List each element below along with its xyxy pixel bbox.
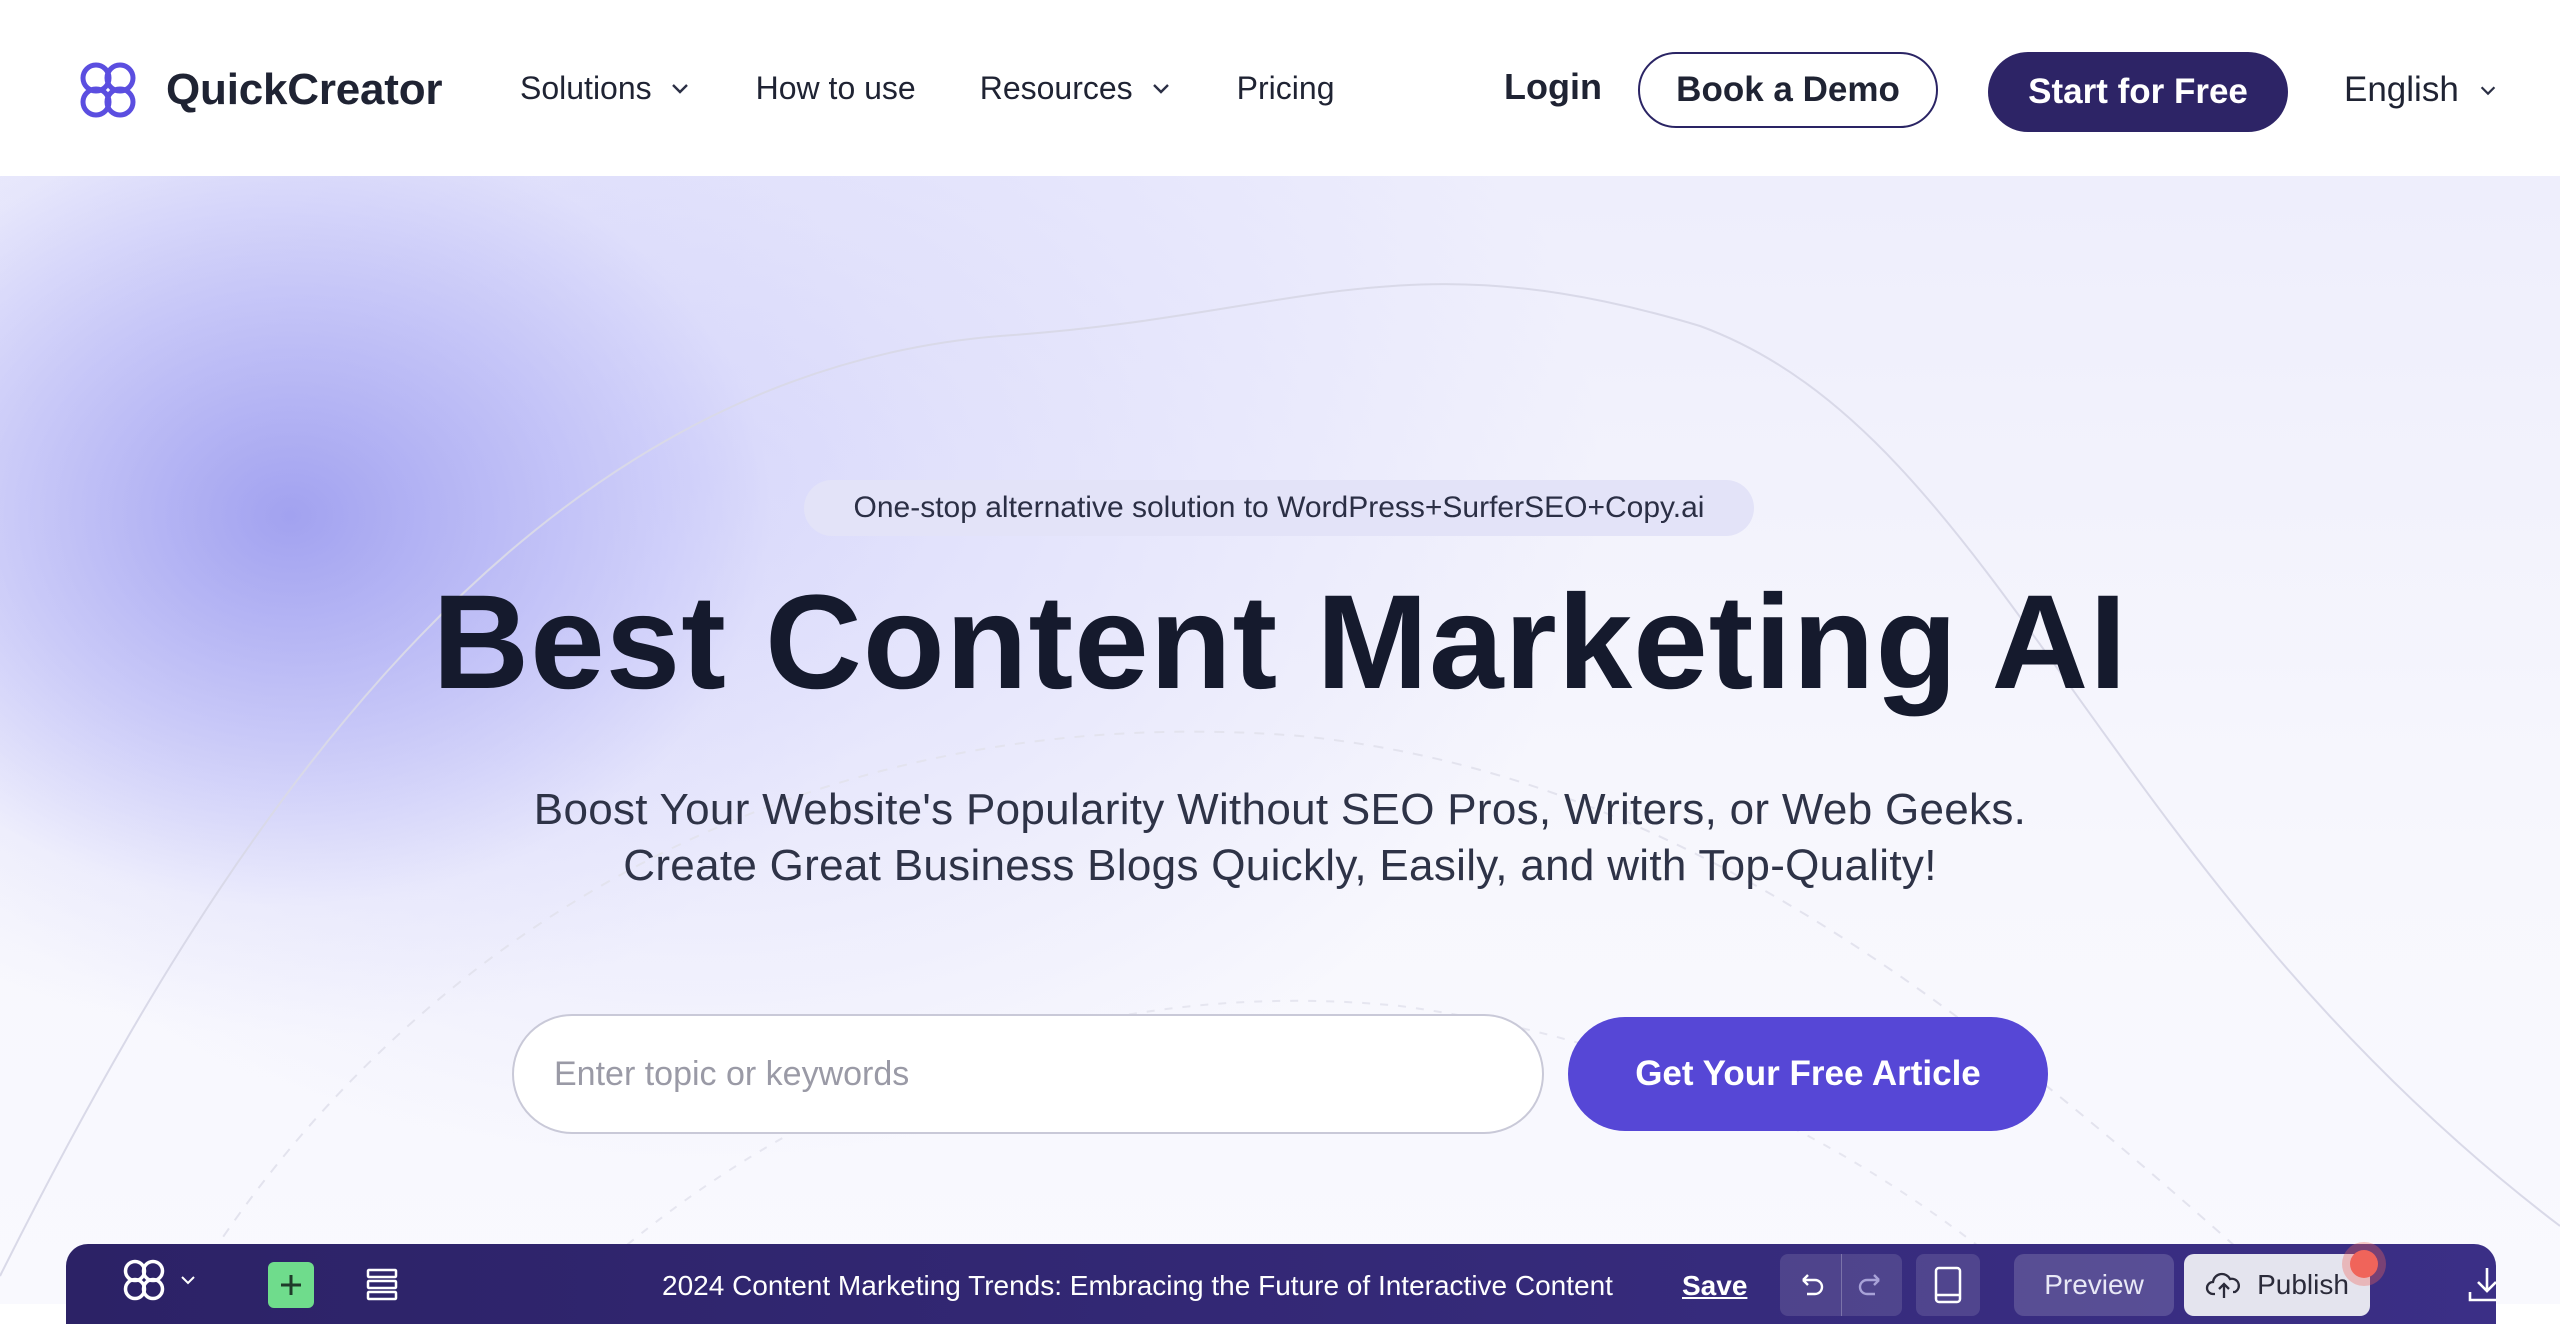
publish-label: Publish	[2257, 1269, 2349, 1300]
brand-logo[interactable]: QuickCreator	[76, 58, 443, 122]
device-preview-button[interactable]	[1916, 1254, 1980, 1316]
undo-button[interactable]	[1780, 1254, 1841, 1316]
nav-item-pricing[interactable]: Pricing	[1237, 70, 1335, 107]
logo-text: QuickCreator	[166, 65, 443, 114]
language-selector[interactable]: English	[2344, 70, 2499, 110]
chevron-down-icon[interactable]	[178, 1270, 198, 1290]
nav-item-label: How to use	[755, 69, 916, 106]
logo-icon[interactable]	[120, 1256, 168, 1304]
device-icon	[1934, 1266, 1962, 1304]
start-free-button[interactable]: Start for Free	[1988, 52, 2288, 132]
hero-subtitle-line: Boost Your Website's Popularity Without …	[533, 785, 2027, 834]
redo-icon	[1858, 1274, 1880, 1296]
login-link[interactable]: Login	[1504, 66, 1602, 108]
download-icon[interactable]	[2464, 1262, 2496, 1308]
hero-subtitle-line: Create Great Business Blogs Quickly, Eas…	[623, 841, 1937, 890]
article-title: 2024 Content Marketing Trends: Embracing…	[662, 1270, 1613, 1301]
undo-icon	[1802, 1274, 1824, 1296]
add-button[interactable]	[268, 1262, 314, 1308]
language-label: English	[2344, 70, 2459, 109]
get-free-article-button[interactable]: Get Your Free Article	[1568, 1017, 2048, 1131]
notification-dot	[2350, 1250, 2378, 1278]
cloud-upload-icon	[2205, 1272, 2241, 1298]
list-icon[interactable]	[362, 1264, 402, 1304]
preview-button[interactable]: Preview	[2014, 1254, 2174, 1316]
hero-title: Best Content Marketing AI	[432, 568, 2128, 717]
publish-button[interactable]: Publish	[2184, 1254, 2370, 1316]
editor-toolbar-preview: 2024 Content Marketing Trends: Embracing…	[66, 1244, 2496, 1324]
history-controls	[1780, 1254, 1902, 1316]
nav-item-label: Resources	[979, 69, 1133, 106]
main-nav: Solutions How to use Resources Pricing	[520, 0, 1398, 176]
nav-item-resources[interactable]: Resources	[980, 70, 1173, 107]
tagline-badge: One-stop alternative solution to WordPre…	[804, 480, 1754, 536]
chevron-down-icon	[2480, 86, 2495, 96]
top-navigation: QuickCreator Solutions How to use Resour…	[0, 0, 2560, 176]
redo-button[interactable]	[1840, 1254, 1903, 1316]
topic-keyword-input[interactable]	[512, 1014, 1544, 1134]
chevron-down-icon	[671, 84, 688, 94]
nav-item-label: Pricing	[1236, 69, 1335, 106]
save-button[interactable]: Save	[1682, 1270, 1747, 1302]
book-demo-button[interactable]: Book a Demo	[1638, 52, 1938, 128]
logo-icon	[80, 62, 136, 118]
chevron-down-icon	[1152, 84, 1169, 94]
background-decoration	[0, 283, 2560, 1304]
nav-item-how-to-use[interactable]: How to use	[756, 70, 916, 107]
hero-section: One-stop alternative solution to WordPre…	[0, 176, 2560, 1304]
hero-subtitle: Boost Your Website's Popularity Without …	[0, 782, 2560, 894]
nav-item-label: Solutions	[520, 69, 652, 106]
plus-icon	[281, 1275, 301, 1295]
nav-item-solutions[interactable]: Solutions	[520, 70, 692, 107]
